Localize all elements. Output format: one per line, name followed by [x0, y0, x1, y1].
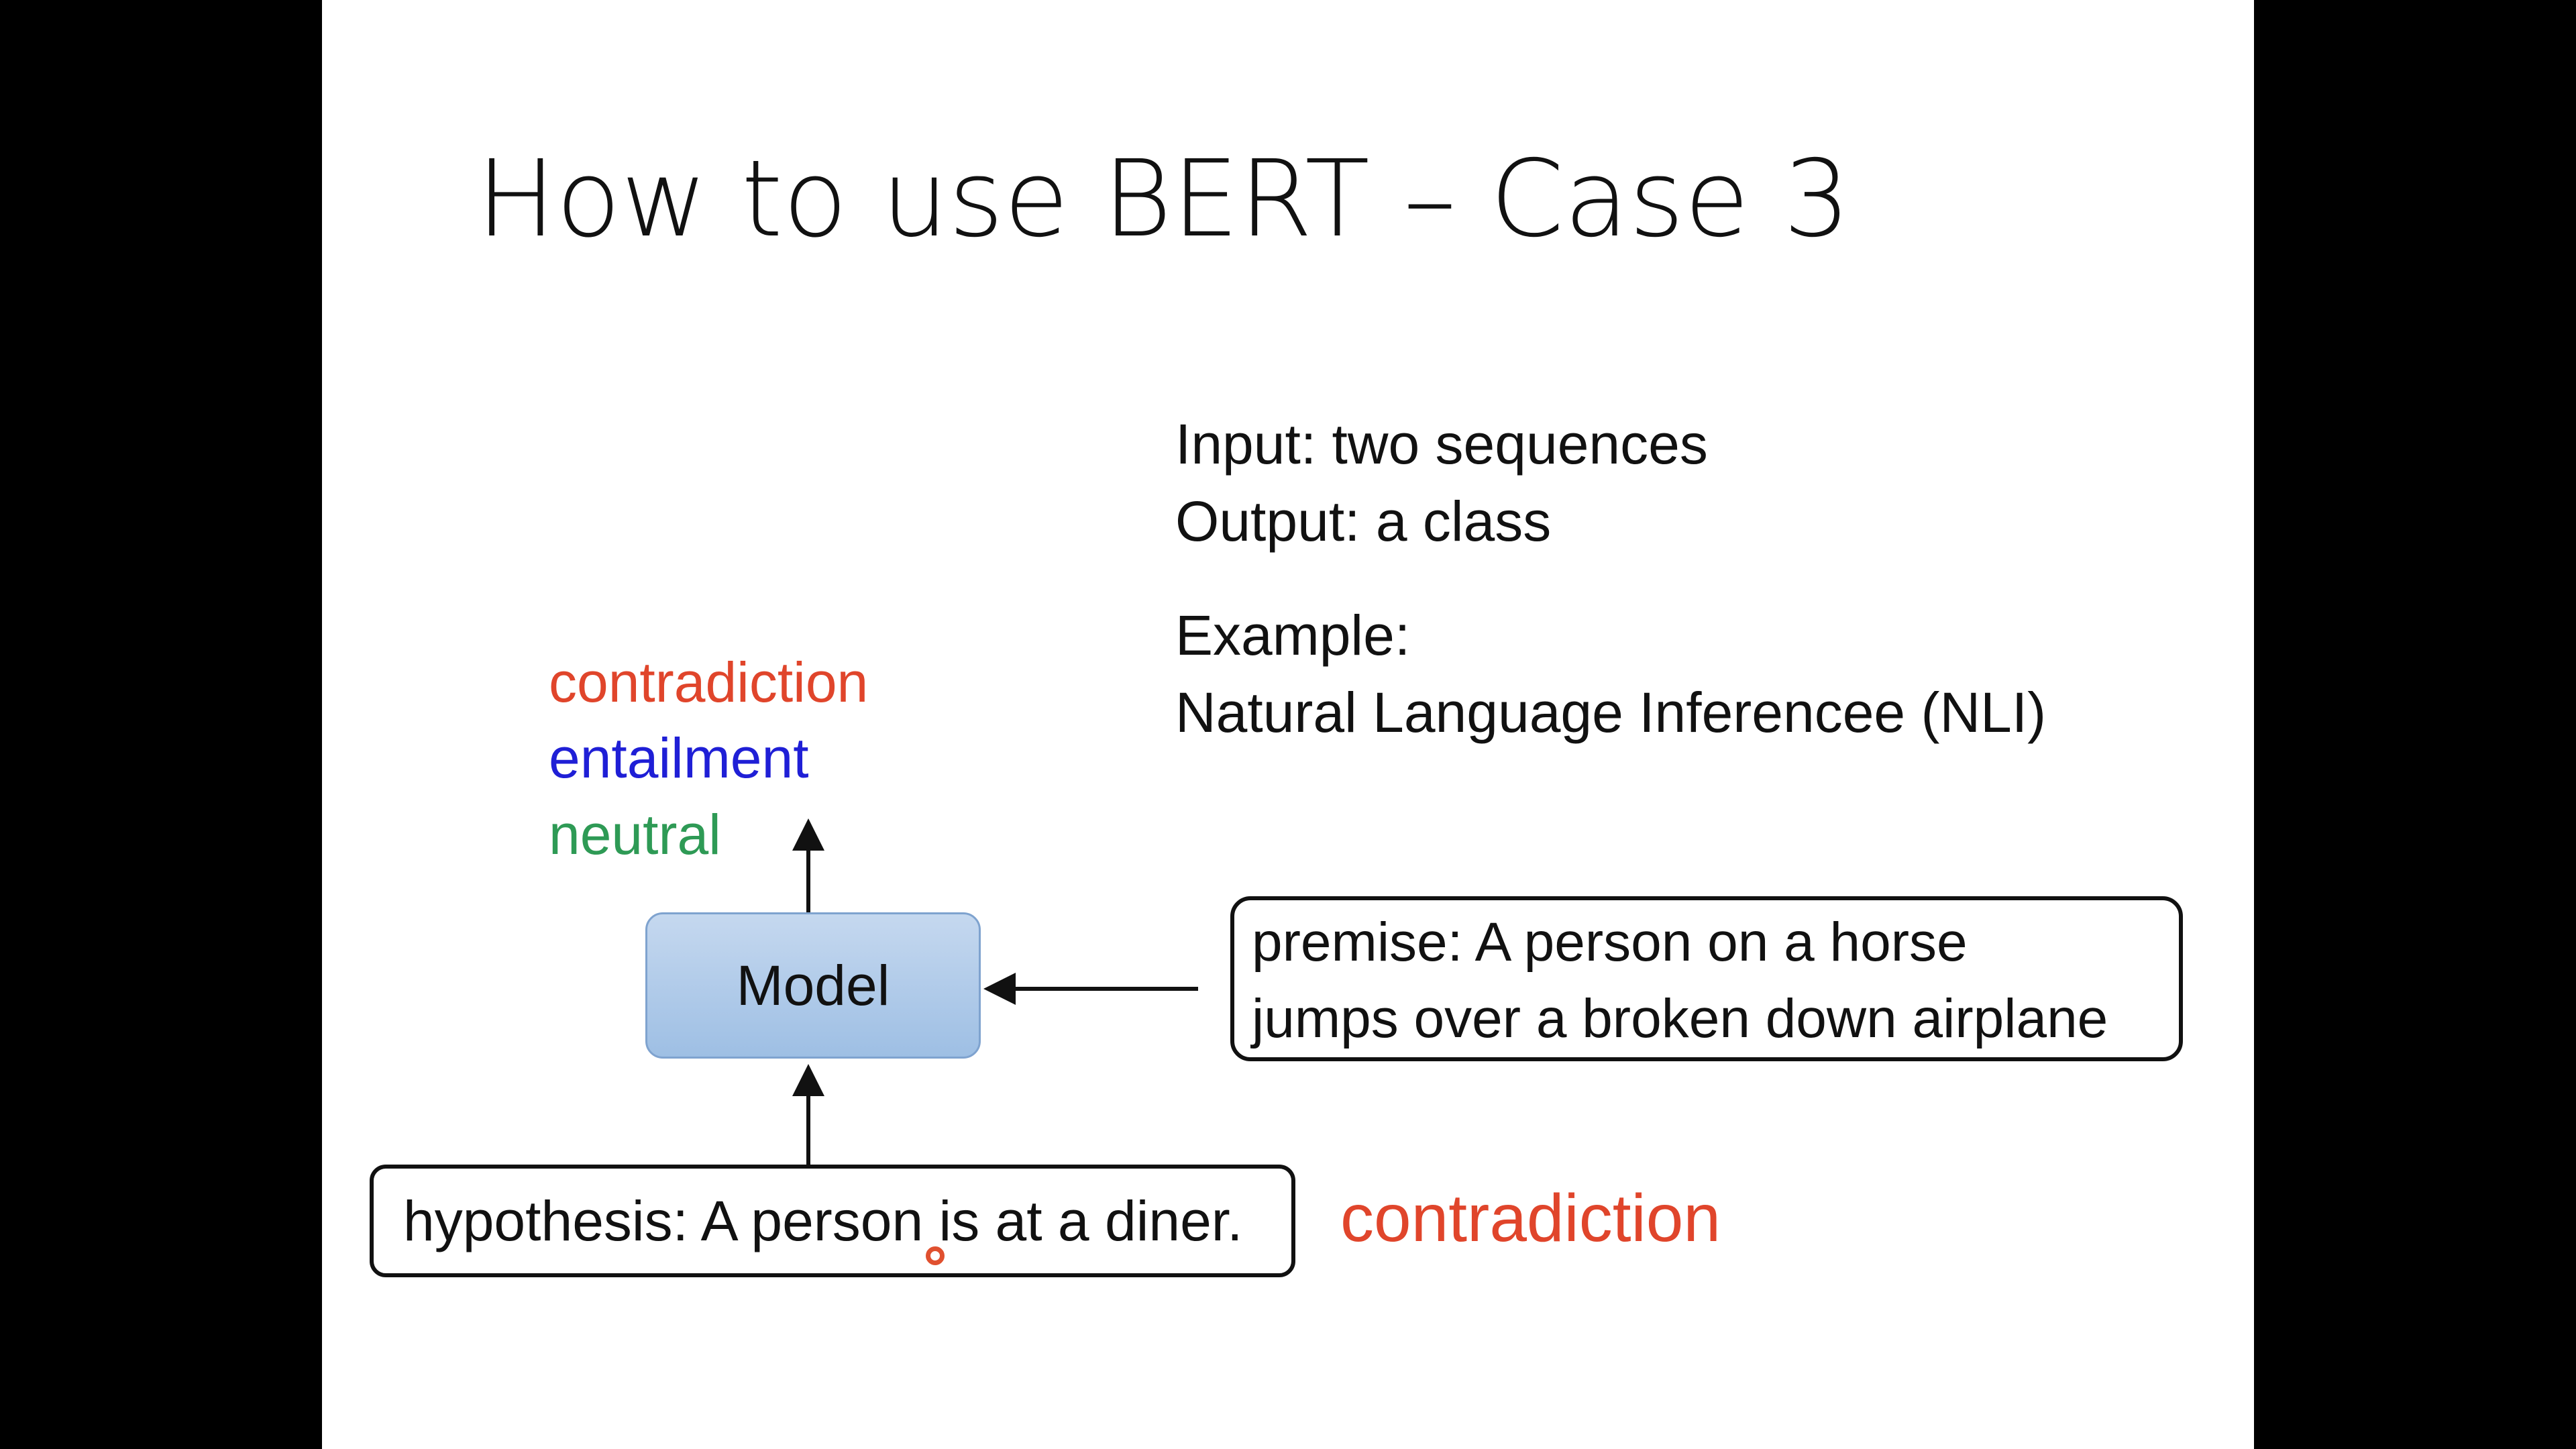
class-neutral: neutral — [549, 803, 721, 866]
example-task: Natural Language Inferencee (NLI) — [1175, 681, 2047, 744]
model-label: Model — [736, 953, 890, 1017]
premise-box: premise: A person on a horse jumps over … — [1230, 896, 2183, 1061]
answer-label: contradiction — [1340, 1181, 1721, 1256]
hypothesis-text: hypothesis: A person is at a diner. — [403, 1189, 1243, 1252]
class-entailment: entailment — [549, 727, 809, 790]
example-heading: Example: — [1175, 604, 1411, 667]
input-description: Input: two sequences — [1175, 413, 1708, 476]
slide: How to use BERT – Case 3 Input: two sequ… — [322, 0, 2254, 1449]
class-contradiction: contradiction — [549, 651, 869, 714]
premise-line-2: jumps over a broken down airplane — [1252, 988, 2108, 1049]
slide-title: How to use BERT – Case 3 — [476, 138, 1851, 261]
model-box: Model — [645, 912, 981, 1059]
hypothesis-box: hypothesis: A person is at a diner. — [370, 1165, 1295, 1277]
output-description: Output: a class — [1175, 490, 1552, 553]
premise-line-1: premise: A person on a horse — [1252, 912, 1968, 973]
pointer-cursor-icon — [926, 1246, 945, 1265]
